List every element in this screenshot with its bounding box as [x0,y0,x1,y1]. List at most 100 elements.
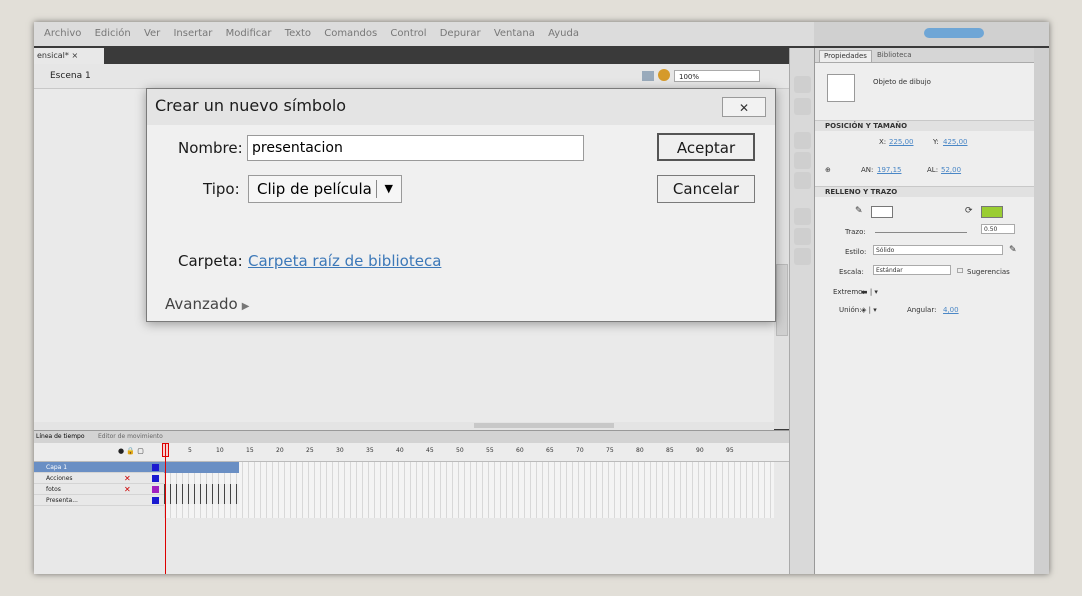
cap-select[interactable]: ▬ | ▾ [861,288,878,296]
selected-frames[interactable] [164,462,239,473]
frame-number: 55 [486,447,494,454]
menu-item[interactable]: Comandos [324,28,377,39]
menu-item[interactable]: Ver [144,28,160,39]
menu-item[interactable]: Control [390,28,426,39]
vertical-scrollbar[interactable] [774,89,789,429]
hidden-icon[interactable]: ✕ [124,473,131,484]
workspace-switcher[interactable] [814,22,1049,46]
layer-name: fotos [46,486,61,493]
code-snippets-icon[interactable] [794,248,811,265]
tab-library[interactable]: Biblioteca [873,50,916,61]
horizontal-scrollbar[interactable] [34,422,774,430]
cs-live-icon[interactable] [924,28,984,38]
x-value[interactable]: 225,00 [889,138,914,146]
join-select[interactable]: ◈ | ▾ [861,306,877,314]
playhead[interactable] [165,443,166,574]
hinting-checkbox[interactable]: ☐ [957,267,963,275]
tools-panel[interactable] [1034,48,1049,574]
layer-color[interactable] [152,486,159,493]
type-select[interactable]: Clip de película ▼ [248,175,402,203]
components-icon[interactable] [794,208,811,225]
frame-number: 10 [216,447,224,454]
color-icon[interactable] [794,152,811,169]
edit-scene-icon[interactable] [642,71,654,81]
menu-item[interactable]: Texto [285,28,311,39]
edit-symbol-icon[interactable] [658,69,670,81]
type-label: Tipo: [203,180,240,198]
transform-icon[interactable] [794,172,811,189]
menu-item[interactable]: Archivo [44,28,81,39]
layer-color[interactable] [152,475,159,482]
dialog-titlebar: Crear un nuevo símbolo ✕ [147,89,775,125]
menu-item[interactable]: Edición [95,28,131,39]
menu-item[interactable]: Modificar [226,28,272,39]
scale-select[interactable]: Estándar [873,265,951,275]
section-position-size[interactable]: POSICIÓN Y TAMAÑO [815,120,1035,131]
document-tab[interactable]: ensical* × [34,48,104,64]
folder-link[interactable]: Carpeta raíz de biblioteca [248,252,441,270]
fill-color-swatch[interactable] [981,206,1003,218]
tab-motion-editor[interactable]: Editor de movimiento [98,431,163,443]
frame-ruler[interactable]: ● 🔒 ▢ 5 10 15 20 25 30 35 40 45 50 55 60… [34,443,789,462]
style-label: Estilo: [845,248,867,256]
stroke-slider[interactable] [875,232,967,233]
join-label: Unión: [839,306,862,314]
cancel-button[interactable]: Cancelar [657,175,755,203]
menu-item[interactable]: Ventana [494,28,535,39]
tab-timeline[interactable]: Línea de tiempo [36,431,85,443]
frame-number: 80 [636,447,644,454]
scroll-thumb[interactable] [776,264,788,336]
frames-grid[interactable] [164,462,774,518]
frame-number: 85 [666,447,674,454]
y-value[interactable]: 425,00 [943,138,968,146]
frame-number: 50 [456,447,464,454]
library-icon[interactable] [794,98,811,115]
edit-style-icon[interactable]: ✎ [1009,245,1017,255]
hinting-label: Sugerencias [967,268,1010,276]
chevron-down-icon[interactable]: ▼ [385,176,393,202]
frame-number: 45 [426,447,434,454]
advanced-toggle[interactable]: Avanzado ▶ [165,295,249,313]
zoom-select[interactable]: 100% [674,70,760,82]
stroke-color-swatch[interactable] [871,206,893,218]
menu-item[interactable]: Insertar [173,28,212,39]
layer-color[interactable] [152,497,159,504]
edit-bar: Escena 1 100% [34,64,789,89]
menu-item[interactable]: Depurar [440,28,481,39]
hidden-icon[interactable]: ✕ [124,484,131,495]
scroll-thumb[interactable] [474,423,614,428]
section-fill-stroke[interactable]: RELLENO Y TRAZO [815,186,1035,197]
frame-number: 5 [188,447,192,454]
properties-icon[interactable] [794,76,811,93]
stroke-input[interactable]: 0.50 [981,224,1015,234]
properties-tabs: Propiedades Biblioteca [815,48,1035,63]
layer-header-icons[interactable]: ● 🔒 ▢ [118,447,144,455]
motion-presets-icon[interactable] [794,228,811,245]
drawing-object-icon [827,74,855,102]
close-button[interactable]: ✕ [722,97,766,117]
layer-row[interactable]: Acciones ✕ [34,473,164,484]
folder-label: Carpeta: [178,252,243,270]
scene-label[interactable]: Escena 1 [50,64,91,88]
frame-number: 90 [696,447,704,454]
menu-item[interactable]: Ayuda [548,28,579,39]
layer-color[interactable] [152,464,159,471]
keyframes[interactable] [164,484,239,504]
layer-list: Capa 1 Acciones ✕ fotos ✕ Presenta... [34,462,164,518]
frame-number: 35 [366,447,374,454]
frame-number: 95 [726,447,734,454]
width-value[interactable]: 197,15 [877,166,902,174]
align-icon[interactable] [794,132,811,149]
height-value[interactable]: 52,00 [941,166,961,174]
flash-window: Archivo Edición Ver Insertar Modificar T… [34,22,1049,574]
tab-properties[interactable]: Propiedades [819,50,872,62]
style-select[interactable]: Sólido [873,245,1003,255]
angular-value[interactable]: 4,00 [943,306,959,314]
ok-button[interactable]: Aceptar [657,133,755,161]
layer-row[interactable]: Capa 1 [34,462,164,473]
name-input[interactable] [247,135,584,161]
layer-row[interactable]: Presenta... [34,495,164,506]
lock-ratio-icon[interactable]: ⊕ [825,166,831,174]
layer-row[interactable]: fotos ✕ [34,484,164,495]
layer-name: Presenta... [46,497,78,504]
